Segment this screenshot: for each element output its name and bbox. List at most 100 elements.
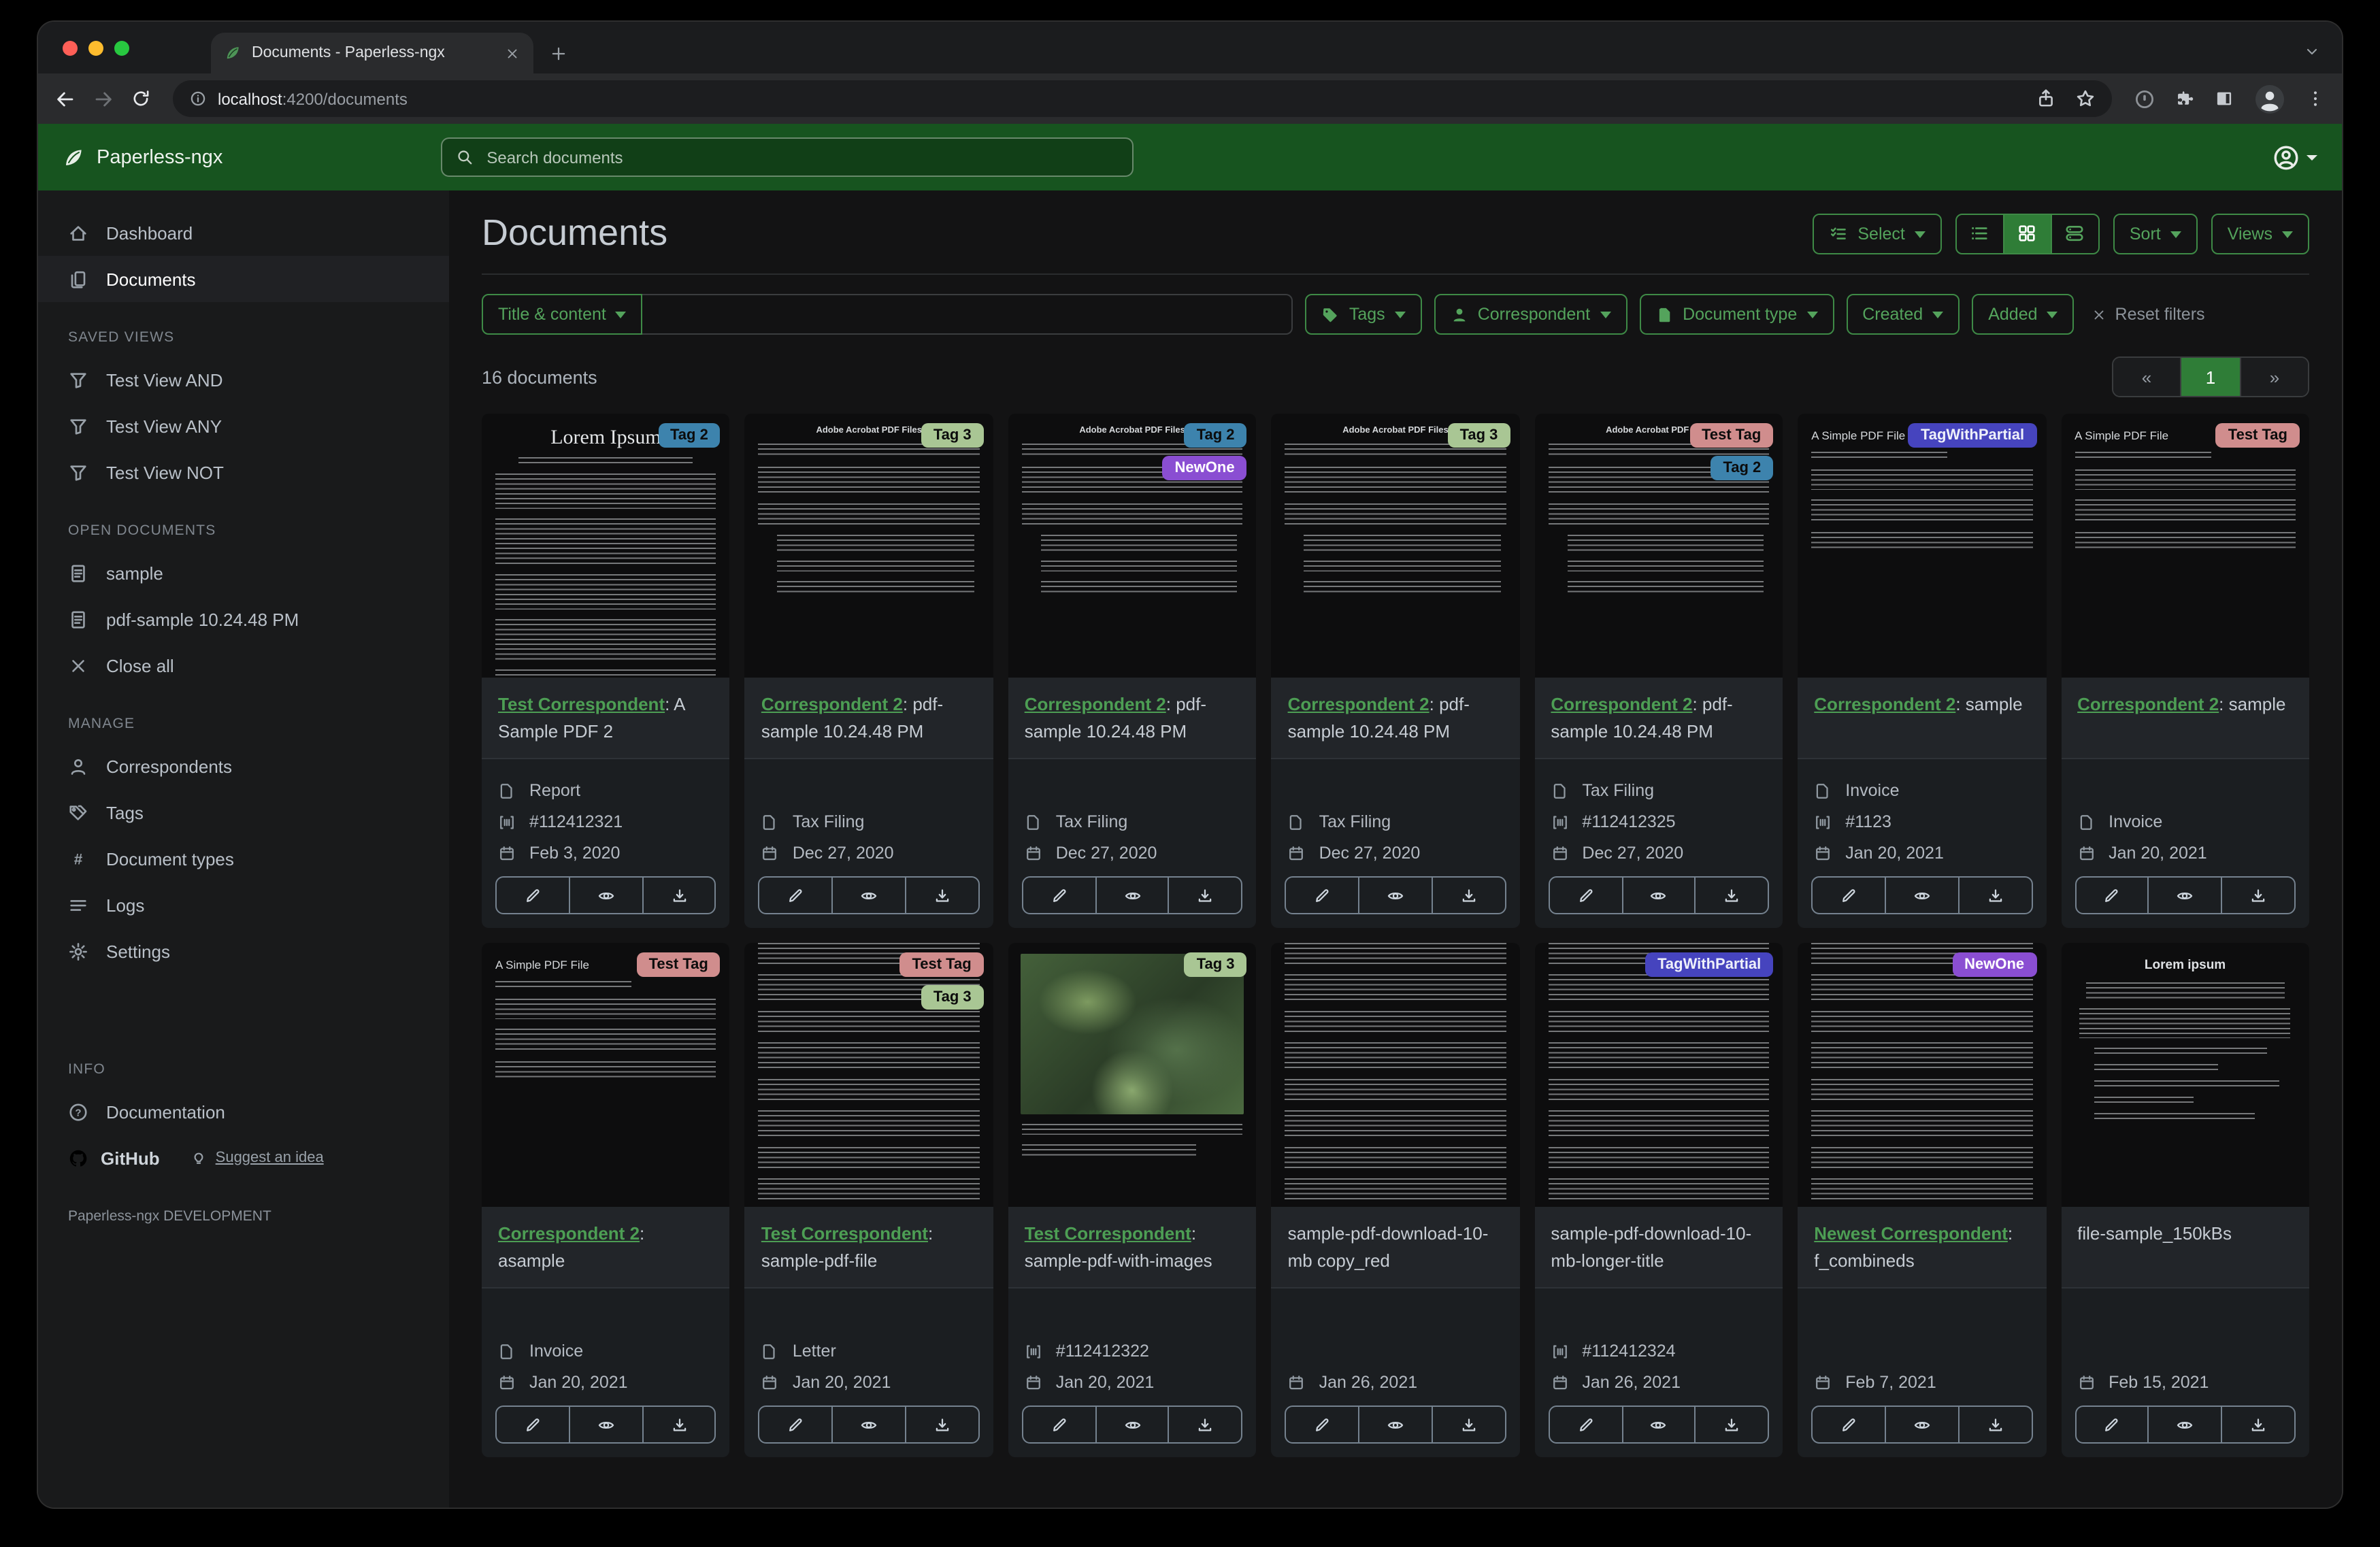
tab-search-chevron-icon[interactable]: [2304, 44, 2320, 60]
edit-button[interactable]: [1023, 878, 1095, 913]
tag-badge[interactable]: NewOne: [1952, 952, 2036, 977]
tag-badge[interactable]: Tag 3: [921, 985, 984, 1010]
bookmark-star-icon[interactable]: [2075, 88, 2096, 109]
download-button[interactable]: [642, 1407, 715, 1442]
edit-button[interactable]: [2076, 1407, 2148, 1442]
tag-badge[interactable]: Tag 3: [1448, 423, 1510, 448]
reset-filters-button[interactable]: Reset filters: [2092, 305, 2205, 324]
view-list-button[interactable]: [1957, 214, 2003, 252]
preview-button[interactable]: [1621, 878, 1695, 913]
document-thumbnail[interactable]: Adobe Acrobat PDF FilesTest TagTag 2: [1534, 414, 1783, 678]
download-button[interactable]: [905, 878, 978, 913]
sidebar-item-logs[interactable]: Logs: [38, 882, 449, 928]
document-thumbnail[interactable]: Test Tag Tag 3: [745, 943, 993, 1207]
correspondent-link[interactable]: Test Correspondent: [498, 694, 665, 714]
download-button[interactable]: [1168, 878, 1242, 913]
edit-button[interactable]: [1813, 1407, 1885, 1442]
download-button[interactable]: [1168, 1407, 1242, 1442]
preview-button[interactable]: [831, 1407, 905, 1442]
document-thumbnail[interactable]: TagWithPartial: [1534, 943, 1783, 1207]
sidebar-item-documentation[interactable]: ?Documentation: [38, 1088, 449, 1135]
document-thumbnail[interactable]: Lorem IpsumTag 2: [482, 414, 730, 678]
preview-button[interactable]: [1885, 1407, 1958, 1442]
download-button[interactable]: [1432, 878, 1505, 913]
preview-button[interactable]: [1095, 878, 1168, 913]
edit-button[interactable]: [1549, 878, 1621, 913]
correspondent-link[interactable]: Correspondent 2: [1551, 694, 1692, 714]
download-button[interactable]: [1958, 878, 2032, 913]
edit-button[interactable]: [1287, 1407, 1359, 1442]
tag-badge[interactable]: Tag 2: [1710, 456, 1773, 480]
document-thumbnail[interactable]: Adobe Acrobat PDF FilesTag 3: [745, 414, 993, 678]
document-thumbnail[interactable]: Adobe Acrobat PDF FilesTag 3: [1272, 414, 1520, 678]
preview-button[interactable]: [1358, 878, 1432, 913]
document-thumbnail[interactable]: Adobe Acrobat PDF FilesTag 2NewOne: [1008, 414, 1257, 678]
browser-tab[interactable]: Documents - Paperless-ngx: [211, 33, 533, 73]
window-minimize-button[interactable]: [88, 41, 103, 56]
window-maximize-button[interactable]: [114, 41, 129, 56]
tag-badge[interactable]: TagWithPartial: [1908, 423, 2036, 448]
document-thumbnail[interactable]: A Simple PDF FileTagWithPartial: [1798, 414, 2046, 678]
tag-badge[interactable]: Test Tag: [2216, 423, 2300, 448]
title-content-filter-input[interactable]: [643, 294, 1293, 335]
download-button[interactable]: [905, 1407, 978, 1442]
sidebar-item-pdf-sample-10.24.48-pm[interactable]: pdf-sample 10.24.48 PM: [38, 596, 449, 642]
global-search[interactable]: [440, 137, 1133, 177]
preview-button[interactable]: [2148, 878, 2221, 913]
document-thumbnail[interactable]: Tag 3: [1008, 943, 1257, 1207]
sidebar-item-tags[interactable]: Tags: [38, 789, 449, 835]
download-button[interactable]: [2221, 878, 2294, 913]
edit-button[interactable]: [1287, 878, 1359, 913]
download-button[interactable]: [2221, 1407, 2294, 1442]
view-grid-button[interactable]: [2003, 214, 2051, 252]
edit-button[interactable]: [2076, 878, 2148, 913]
download-button[interactable]: [1695, 1407, 1768, 1442]
reload-button[interactable]: [131, 88, 151, 109]
tag-badge[interactable]: Tag 3: [1185, 952, 1247, 977]
app-brand[interactable]: Paperless-ngx: [63, 146, 222, 168]
sidebar-item-settings[interactable]: Settings: [38, 928, 449, 974]
correspondent-link[interactable]: Newest Correspondent: [1814, 1223, 2008, 1244]
forward-button[interactable]: [93, 88, 114, 110]
correspondent-link[interactable]: Correspondent 2: [498, 1223, 640, 1244]
document-thumbnail[interactable]: Lorem ipsum: [2061, 943, 2309, 1207]
new-tab-button[interactable]: [550, 45, 567, 63]
tag-badge[interactable]: Test Tag: [1689, 423, 1773, 448]
sidebar-item-correspondents[interactable]: Correspondents: [38, 743, 449, 789]
tag-badge[interactable]: Test Tag: [899, 952, 983, 977]
password-extension-icon[interactable]: [2134, 88, 2155, 110]
window-close-button[interactable]: [63, 41, 78, 56]
correspondent-link[interactable]: Correspondent 2: [1288, 694, 1429, 714]
select-button[interactable]: Select: [1813, 213, 1942, 254]
preview-button[interactable]: [569, 878, 642, 913]
preview-button[interactable]: [1358, 1407, 1432, 1442]
download-button[interactable]: [1432, 1407, 1505, 1442]
extensions-puzzle-icon[interactable]: [2175, 88, 2195, 109]
preview-button[interactable]: [831, 878, 905, 913]
views-button[interactable]: Views: [2211, 213, 2309, 254]
tag-badge[interactable]: Tag 2: [658, 423, 721, 448]
filter-field-button[interactable]: Title & content: [482, 294, 643, 335]
correspondent-link[interactable]: Correspondent 2: [1814, 694, 1955, 714]
preview-button[interactable]: [1095, 1407, 1168, 1442]
browser-profile-avatar[interactable]: [2253, 82, 2286, 115]
sidebar-item-github[interactable]: GitHub: [68, 1148, 160, 1168]
share-icon[interactable]: [2036, 88, 2056, 109]
view-cards-button[interactable]: [2051, 214, 2098, 252]
sidebar-item-document-types[interactable]: #Document types: [38, 835, 449, 882]
page-next-button[interactable]: »: [2240, 358, 2308, 396]
download-button[interactable]: [1695, 878, 1768, 913]
tag-badge[interactable]: Tag 3: [921, 423, 984, 448]
tab-close-icon[interactable]: [505, 46, 520, 61]
preview-button[interactable]: [1621, 1407, 1695, 1442]
document-thumbnail[interactable]: A Simple PDF FileTest Tag: [482, 943, 730, 1207]
sidebar-item-sample[interactable]: sample: [38, 550, 449, 596]
document-thumbnail[interactable]: NewOne: [1798, 943, 2046, 1207]
sidebar-item-close-all[interactable]: Close all: [38, 642, 449, 688]
user-menu[interactable]: [2272, 144, 2317, 171]
edit-button[interactable]: [497, 1407, 569, 1442]
page-number[interactable]: 1: [2180, 358, 2240, 396]
site-info-icon[interactable]: [189, 90, 207, 107]
side-panel-icon[interactable]: [2214, 88, 2234, 109]
tag-badge[interactable]: Test Tag: [637, 952, 721, 977]
